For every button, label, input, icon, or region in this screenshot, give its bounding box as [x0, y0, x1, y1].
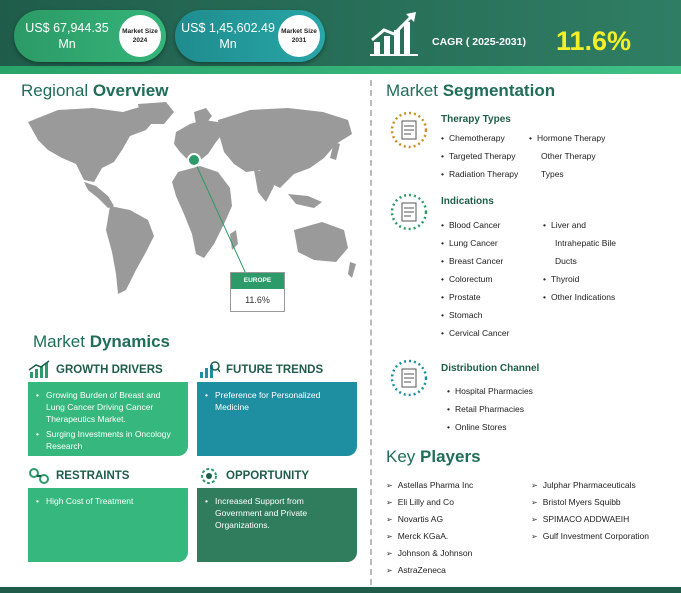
header-banner: US$ 67,944.35 Mn Market Size 2024 US$ 1,… [0, 0, 681, 74]
key-players-title: Key Players [386, 447, 481, 467]
therapy-item: Radiation Therapy [441, 169, 518, 179]
indication-item: Lung Cancer [441, 238, 498, 248]
opportunity-label: OPPORTUNITY [226, 470, 310, 482]
growth-drivers-card: Growing Burden of Breast and Lung Cancer… [28, 382, 188, 456]
key-player-item: SPIMACO ADDWAEIH [531, 514, 630, 524]
restraint-item: High Cost of Treatment [36, 495, 180, 507]
region-callout-value: 11.6% [245, 295, 270, 305]
therapy-item: Types [541, 169, 564, 179]
cagr-value: 11.6% [556, 26, 632, 56]
market-size-2024-label: Market Size 2024 [119, 15, 161, 57]
future-trend-item: Preference for Personalized Medicine [205, 389, 349, 413]
indication-item: Liver and [543, 220, 586, 230]
therapy-item: Chemotherapy [441, 133, 505, 143]
segmentation-title-part-b: Segmentation [442, 81, 556, 100]
growth-driver-item: Surging Investments in Oncology Research [36, 428, 180, 452]
key-player-item: Julphar Pharmaceuticals [531, 480, 636, 490]
growth-driver-item: Growing Burden of Breast and Lung Cancer… [36, 389, 180, 425]
therapy-icon [390, 111, 428, 149]
key-player-item: Novartis AG [386, 514, 443, 524]
restraints-icon [29, 468, 49, 484]
restraints-header: RESTRAINTS [28, 466, 129, 486]
region-callout-box: EUROPE 11.6% [230, 272, 285, 312]
world-map [28, 102, 356, 294]
key-player-item: Johnson & Johnson [386, 548, 473, 558]
region-callout-name: EUROPE [231, 273, 284, 289]
distribution-item: Retail Pharmacies [447, 404, 524, 414]
indications-title: Indications [441, 196, 494, 207]
future-trends-header: FUTURE TRENDS [198, 360, 323, 380]
therapy-item: Hormone Therapy [529, 133, 605, 143]
indication-item: Stomach [441, 310, 483, 320]
growth-drivers-icon [28, 360, 50, 378]
key-player-item: Gulf Investment Corporation [531, 531, 649, 541]
growth-drivers-label: GROWTH DRIVERS [56, 364, 163, 376]
opportunity-header: OPPORTUNITY [198, 466, 309, 486]
regional-title-part-a: Regional [21, 81, 93, 100]
market-size-2031-pill: US$ 1,45,602.49 Mn Market Size 2031 [175, 10, 325, 62]
key-player-item: Bristol Myers Squibb [531, 497, 621, 507]
market-dynamics-title: Market Dynamics [33, 332, 170, 352]
future-trends-label: FUTURE TRENDS [226, 364, 324, 376]
restraints-label: RESTRAINTS [56, 470, 130, 482]
regional-overview-title: Regional Overview [21, 81, 168, 101]
indication-item: Intrahepatic Bile [555, 238, 616, 248]
market-segmentation-title: Market Segmentation [386, 81, 555, 101]
header-accent-strip [0, 66, 681, 74]
indication-item: Cervical Cancer [441, 328, 509, 338]
vertical-divider [370, 80, 372, 585]
opportunity-item: Increased Support from Government and Pr… [205, 495, 349, 531]
key-player-item: Eli Lilly and Co [386, 497, 454, 507]
market-size-2024-value: US$ 67,944.35 Mn [25, 21, 109, 51]
key-player-item: Astellas Pharma Inc [386, 480, 474, 490]
dynamics-title-part-a: Market [33, 332, 90, 351]
future-trends-icon [200, 361, 220, 378]
market-size-2031-label: Market Size 2031 [278, 15, 320, 57]
regional-title-part-b: Overview [92, 81, 169, 100]
indication-item: Colorectum [441, 274, 492, 284]
key-players-title-part-b: Players [420, 447, 481, 466]
indication-item: Other Indications [543, 292, 615, 302]
distribution-icon [390, 359, 428, 397]
market-size-2031-value: US$ 1,45,602.49 Mn [181, 21, 275, 51]
indication-item: Breast Cancer [441, 256, 503, 266]
therapy-item: Targeted Therapy [441, 151, 515, 161]
indications-icon [390, 193, 428, 231]
therapy-types-title: Therapy Types [441, 114, 511, 125]
indication-item: Thyroid [543, 274, 579, 284]
cagr-label: CAGR ( 2025-2031) [432, 36, 526, 48]
restraints-card: High Cost of Treatment [28, 488, 188, 562]
indication-item: Ducts [555, 256, 577, 266]
market-size-2024-pill: US$ 67,944.35 Mn Market Size 2024 [14, 10, 166, 62]
growth-drivers-header: GROWTH DRIVERS [28, 360, 163, 380]
segmentation-title-part-a: Market [386, 81, 443, 100]
location-pin-icon [187, 153, 201, 167]
opportunity-card: Increased Support from Government and Pr… [197, 488, 357, 562]
opportunity-icon [201, 468, 217, 484]
distribution-item: Hospital Pharmacies [447, 386, 533, 396]
indication-item: Blood Cancer [441, 220, 501, 230]
key-player-item: Merck KGaA. [386, 531, 449, 541]
footer-bar [0, 587, 681, 593]
future-trends-card: Preference for Personalized Medicine [197, 382, 357, 456]
key-players-title-part-a: Key [386, 447, 421, 466]
therapy-item: Other Therapy [541, 151, 596, 161]
dynamics-title-part-b: Dynamics [89, 332, 171, 351]
key-player-item: AstraZeneca [386, 565, 446, 575]
distribution-channel-title: Distribution Channel [441, 363, 540, 374]
indication-item: Prostate [441, 292, 481, 302]
growth-chart-icon [370, 12, 418, 56]
distribution-item: Online Stores [447, 422, 507, 432]
